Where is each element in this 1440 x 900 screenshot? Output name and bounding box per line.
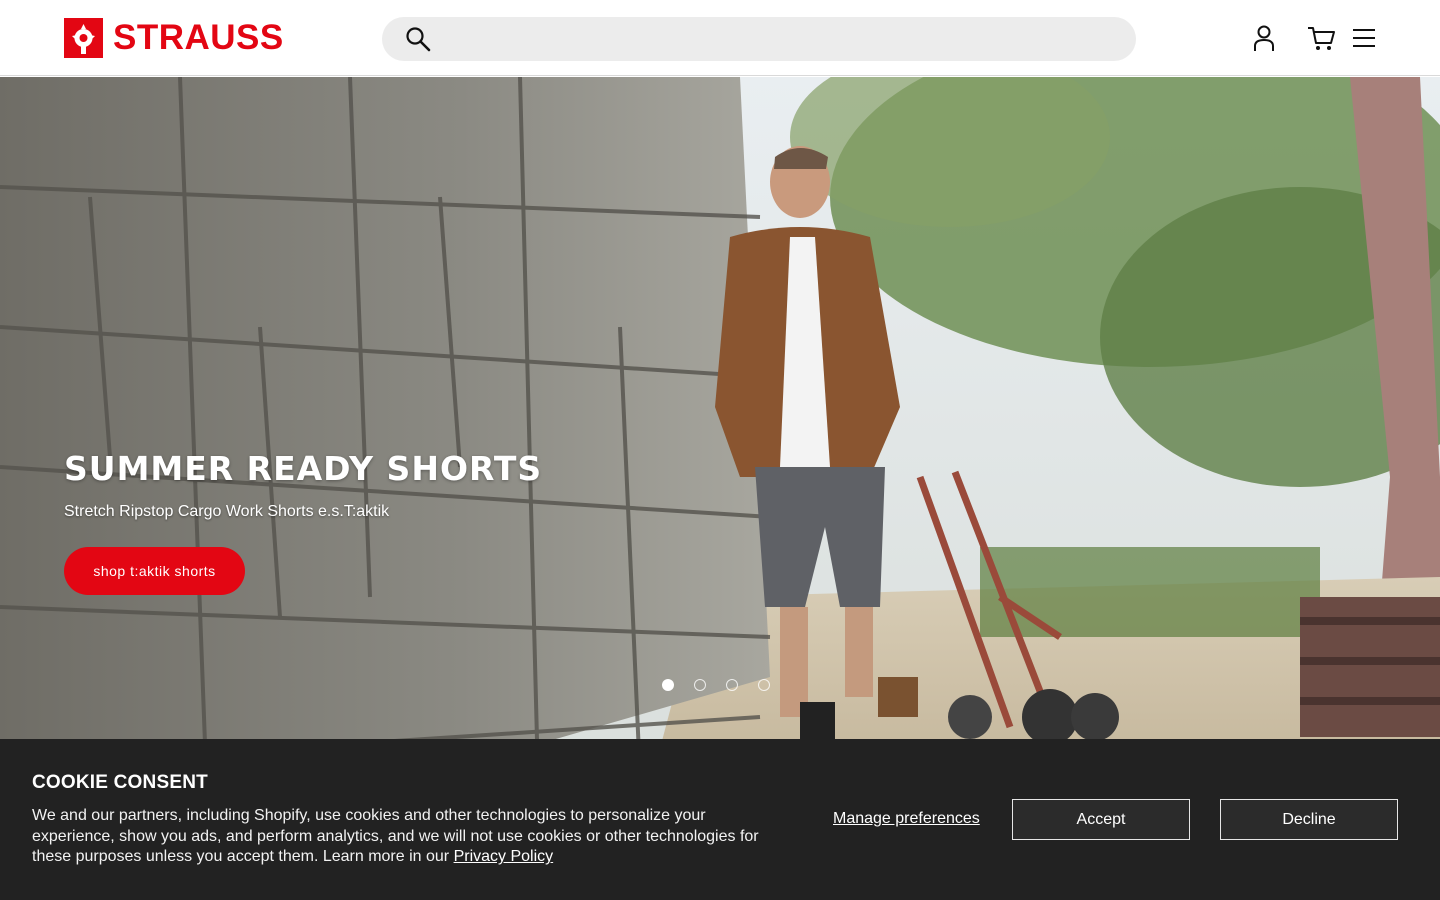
brand-name: STRAUSS [113, 18, 284, 57]
carousel-dot-4[interactable] [758, 679, 770, 691]
cookie-title: COOKIE CONSENT [32, 772, 208, 793]
search-input[interactable] [444, 17, 1118, 63]
menu-icon[interactable] [1352, 27, 1376, 49]
hero-title: SUMMER READY SHORTS [64, 449, 543, 488]
account-icon[interactable] [1251, 24, 1277, 52]
privacy-policy-link[interactable]: Privacy Policy [454, 848, 554, 865]
hero-subtitle: Stretch Ripstop Cargo Work Shorts e.s.T:… [64, 503, 390, 520]
site-header: STRAUSS [0, 0, 1440, 76]
search-bar[interactable] [382, 17, 1136, 63]
manage-preferences-link[interactable]: Manage preferences [833, 810, 980, 828]
carousel-dots [662, 679, 770, 691]
carousel-dot-2[interactable] [694, 679, 706, 691]
carousel-dot-1[interactable] [662, 679, 674, 691]
carousel-dot-3[interactable] [726, 679, 738, 691]
cookie-text: We and our partners, including Shopify, … [32, 807, 759, 866]
logo-mark-icon [64, 18, 103, 58]
search-icon[interactable] [404, 25, 432, 53]
cookie-consent-banner: COOKIE CONSENT We and our partners, incl… [0, 739, 1440, 900]
cart-icon[interactable] [1306, 24, 1336, 52]
brand-logo[interactable]: STRAUSS [64, 18, 284, 58]
cookie-description: We and our partners, including Shopify, … [32, 806, 772, 868]
accept-button[interactable]: Accept [1012, 799, 1190, 840]
decline-button[interactable]: Decline [1220, 799, 1398, 840]
shop-shorts-button[interactable]: shop t:aktik shorts [64, 547, 245, 595]
